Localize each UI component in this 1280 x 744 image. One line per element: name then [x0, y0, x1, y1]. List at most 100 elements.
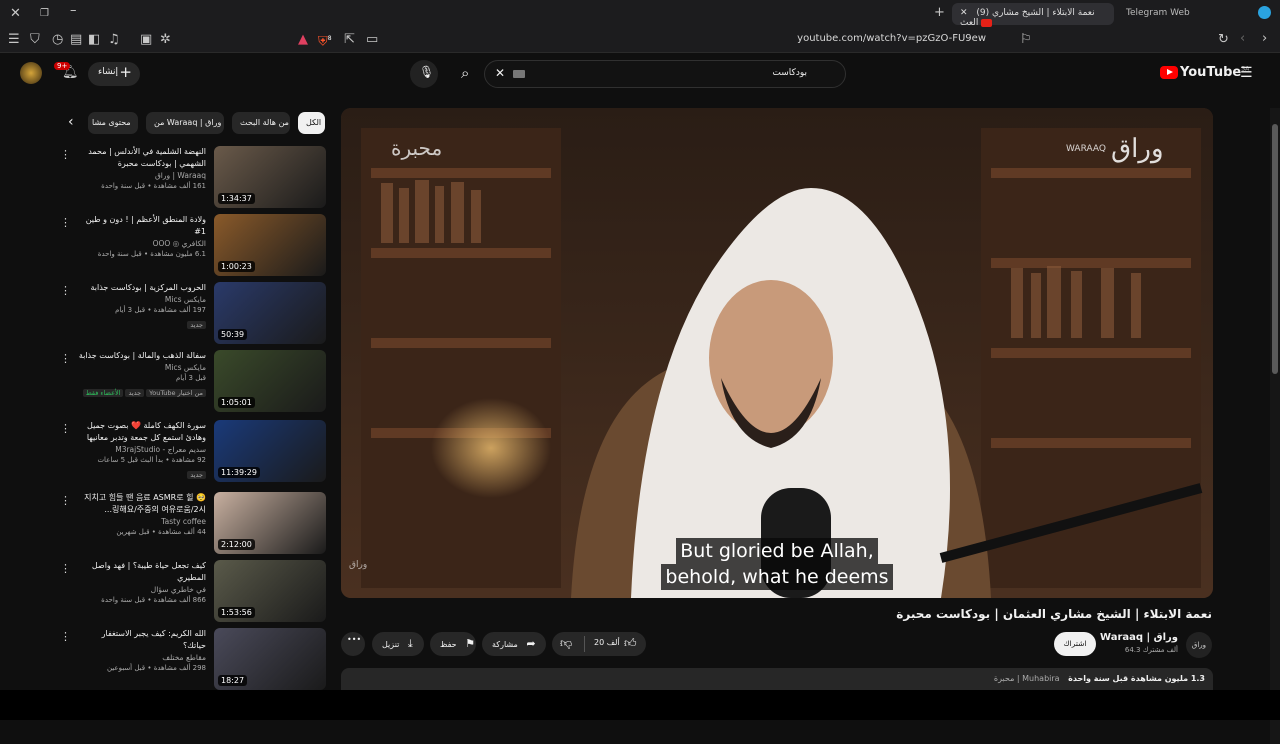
- search-button[interactable]: ⌕: [452, 60, 486, 88]
- channel-name[interactable]: مايكس Mics: [78, 294, 206, 305]
- channel-name[interactable]: مايكس Mics: [78, 362, 206, 373]
- video-title[interactable]: النهضة الشلمية في الأندلس | محمد الشهمي …: [78, 146, 206, 170]
- video-title[interactable]: ولادة المنطق الأعظم | ! دون و طين 1#: [78, 214, 206, 238]
- chevron-left-icon[interactable]: ‹: [68, 114, 74, 130]
- history-icon[interactable]: ◷: [52, 33, 63, 47]
- like-count[interactable]: 20 ألف: [594, 638, 620, 647]
- share-icon: ➦: [526, 637, 536, 650]
- related-video-item[interactable]: ⋮ 🥺 지치고 힘들 땐 음료 ASMR로 힐링해요/주중의 여유로움/2시...…: [60, 492, 328, 556]
- wallet-icon[interactable]: ▣: [140, 33, 152, 47]
- tab-youtube-video[interactable]: ✕ (9) نعمة الابتلاء | الشيخ مشاري العث: [952, 3, 1114, 28]
- more-vert-icon[interactable]: ⋮: [60, 494, 71, 507]
- youtube-logo[interactable]: YouTubeSA: [1160, 65, 1249, 80]
- bookmark-icon[interactable]: ⚐: [1020, 33, 1032, 47]
- dislike-button[interactable]: 👎︎: [560, 636, 572, 651]
- share-button[interactable]: مشاركة ➦: [482, 632, 546, 656]
- more-vert-icon[interactable]: ⋮: [60, 352, 71, 365]
- related-video-item[interactable]: ⋮ سورة الكهف كاملة ❤️ بصوت جميل وهادئ است…: [60, 420, 328, 484]
- close-window-icon[interactable]: ✕: [10, 7, 21, 21]
- video-thumbnail[interactable]: 11:39:29: [214, 420, 326, 482]
- chip-more[interactable]: محتوى مشا: [88, 112, 138, 134]
- shield-icon[interactable]: ⛉: [30, 33, 40, 47]
- related-video-item[interactable]: ⋮ الحروب المركزية | بودكاست جذابة مايكس Mi…: [60, 282, 328, 346]
- chip-from-channel[interactable]: من Waraaq | وراق: [146, 112, 224, 134]
- new-tab-icon[interactable]: +: [934, 6, 945, 20]
- more-vert-icon[interactable]: ⋮: [60, 216, 71, 229]
- channel-name[interactable]: الكافري ◎ OOO: [78, 238, 206, 249]
- scrollbar-thumb[interactable]: [1272, 124, 1278, 374]
- video-thumbnail[interactable]: 18:27: [214, 628, 326, 690]
- sidebar-icon[interactable]: ◧: [88, 33, 100, 47]
- channel-name[interactable]: في خاطري سؤال: [78, 584, 206, 595]
- search-input[interactable]: ✕ بودكاست: [484, 60, 846, 88]
- video-thumbnail[interactable]: 2:12:00: [214, 492, 326, 554]
- video-thumbnail[interactable]: 50:39: [214, 282, 326, 344]
- channel-name[interactable]: سديم معراج - M3rajStudio: [78, 444, 206, 455]
- video-thumbnail[interactable]: 1:53:56: [214, 560, 326, 622]
- video-title[interactable]: الحروب المركزية | بودكاست جذابة: [78, 282, 206, 294]
- video-thumbnail[interactable]: 1:00:23: [214, 214, 326, 276]
- channel-avatar[interactable]: وراق: [1186, 632, 1212, 658]
- chip-all[interactable]: الكل: [298, 112, 325, 134]
- restore-window-icon[interactable]: ❐: [40, 7, 49, 21]
- share-page-icon[interactable]: ⇱: [344, 33, 355, 47]
- video-title[interactable]: سورة الكهف كاملة ❤️ بصوت جميل وهادئ استم…: [78, 420, 206, 444]
- more-vert-icon[interactable]: ⋮: [60, 284, 71, 297]
- video-thumbnail[interactable]: 1:05:01: [214, 350, 326, 412]
- related-video-item[interactable]: ⋮ كيف تجعل حياة طيبة؟ | فهد واصل المطيري ف…: [60, 560, 328, 624]
- page-scrollbar[interactable]: [1270, 108, 1280, 744]
- address-bar[interactable]: youtube.com/watch?v=pzGzO-FU9ew: [740, 33, 986, 44]
- video-stats: 92 مشاهدة • بدأ البث قبل 5 ساعات: [97, 456, 206, 464]
- download-button[interactable]: تنزيل ⤓: [372, 632, 424, 656]
- video-meta: سورة الكهف كاملة ❤️ بصوت جميل وهادئ استم…: [78, 420, 206, 480]
- guide-menu-icon[interactable]: ☰: [1240, 66, 1253, 80]
- close-tab-icon[interactable]: ✕: [960, 8, 968, 18]
- create-button[interactable]: إنشاء +: [88, 62, 140, 86]
- related-video-item[interactable]: ⋮ ولادة المنطق الأعظم | ! دون و طين 1# الك…: [60, 214, 328, 278]
- youtube-favicon-icon: [981, 18, 993, 27]
- brave-shield-icon[interactable]: ⛨8: [318, 32, 332, 49]
- tab-telegram[interactable]: Telegram Web: [1118, 3, 1228, 25]
- related-video-item[interactable]: ⋮ سفالة الذهب والمالة | بودكاست جذابة مايك…: [60, 350, 328, 414]
- video-player[interactable]: محبرة وراق WARAAQ وراق But gloried be Al…: [341, 108, 1213, 598]
- more-vert-icon[interactable]: ⋮: [60, 562, 71, 575]
- music-icon[interactable]: ♫: [108, 33, 120, 47]
- extensions-icon[interactable]: ✲: [160, 33, 171, 47]
- chip-from-search[interactable]: من هالة البحث: [232, 112, 290, 134]
- more-vert-icon[interactable]: ⋮: [60, 148, 71, 161]
- video-title[interactable]: الله الكريم: كيف يجبر الاستغفار حياتك؟: [78, 628, 206, 652]
- more-actions-button[interactable]: •••: [341, 632, 365, 656]
- reload-icon[interactable]: ↻: [1218, 33, 1229, 47]
- menu-icon[interactable]: ☰: [8, 33, 20, 47]
- badge-row: جديد: [78, 316, 206, 330]
- more-vert-icon[interactable]: ⋮: [60, 630, 71, 643]
- video-title[interactable]: سفالة الذهب والمالة | بودكاست جذابة: [78, 350, 206, 362]
- channel-name[interactable]: Waraaq | وراق: [1100, 632, 1178, 643]
- description-box[interactable]: 1.3 مليون مشاهدة قبل سنة واحدة Muhabira …: [341, 668, 1213, 690]
- voice-search-button[interactable]: 🎙︎: [410, 60, 438, 88]
- related-video-item[interactable]: ⋮ الله الكريم: كيف يجبر الاستغفار حياتك؟ م…: [60, 628, 328, 692]
- channel-name[interactable]: Waraaq | وراق: [78, 170, 206, 181]
- related-video-item[interactable]: ⋮ النهضة الشلمية في الأندلس | محمد الشهمي…: [60, 146, 328, 210]
- description-tags[interactable]: Muhabira | محبرة: [994, 674, 1060, 683]
- brave-rewards-icon[interactable]: ▲: [298, 33, 308, 47]
- minimize-window-icon[interactable]: –: [70, 4, 77, 18]
- like-icon[interactable]: 👍︎: [624, 636, 637, 651]
- save-button[interactable]: حفظ ⚑: [430, 632, 476, 656]
- video-title[interactable]: كيف تجعل حياة طيبة؟ | فهد واصل المطيري: [78, 560, 206, 584]
- channel-name[interactable]: مقاطع مختلف: [78, 652, 206, 663]
- avatar[interactable]: [20, 62, 42, 84]
- subscribe-button[interactable]: اشتراك: [1054, 632, 1096, 656]
- back-icon[interactable]: ‹: [1240, 32, 1245, 46]
- more-vert-icon[interactable]: ⋮: [60, 422, 71, 435]
- video-title[interactable]: 🥺 지치고 힘들 땐 음료 ASMR로 힐링해요/주중의 여유로움/2시...: [78, 492, 206, 516]
- duration-badge: 1:00:23: [218, 261, 255, 272]
- duration-badge: 1:53:56: [218, 607, 255, 618]
- forward-icon[interactable]: ›: [1262, 32, 1267, 46]
- cast-icon[interactable]: ▭: [366, 33, 378, 47]
- video-thumbnail[interactable]: 1:34:37: [214, 146, 326, 208]
- keyboard-icon[interactable]: [513, 70, 525, 78]
- channel-name[interactable]: Tasty coffee: [78, 516, 206, 527]
- tabs-icon[interactable]: ▤: [70, 33, 82, 47]
- clear-search-icon[interactable]: ✕: [495, 66, 505, 80]
